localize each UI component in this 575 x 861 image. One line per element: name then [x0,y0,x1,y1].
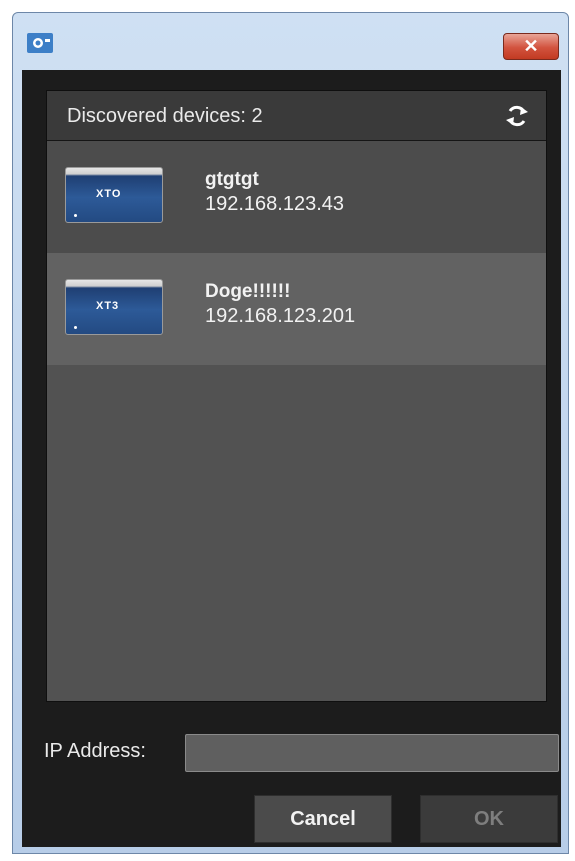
device-thumbnail: XT3 [65,279,163,335]
ok-button[interactable]: OK [420,795,558,843]
device-name: Doge!!!!!! [205,281,291,302]
app-camera-icon [27,33,53,53]
thumbnail-dot [74,326,77,329]
ip-address-input[interactable] [185,734,559,772]
ip-address-label: IP Address: [44,740,146,762]
device-badge: XTO [96,188,122,200]
device-list-item-selected[interactable]: XT3 Doge!!!!!! 192.168.123.201 [47,253,546,365]
device-ip: 192.168.123.201 [205,305,356,327]
refresh-icon[interactable] [504,103,530,129]
dialog-content: Discovered devices: 2 XTO gtgtgt 192.168… [22,70,561,847]
close-button[interactable]: ✕ [503,33,559,60]
device-list-item[interactable]: XTO gtgtgt 192.168.123.43 [47,141,546,253]
dialog-window: ✕ Discovered devices: 2 XTO gtgtgt 192.1… [12,12,569,854]
device-name: gtgtgt [205,169,259,190]
cancel-button[interactable]: Cancel [254,795,392,843]
discovered-devices-count: Discovered devices: 2 [67,105,263,127]
device-list-header: Discovered devices: 2 [47,91,546,141]
thumbnail-dot [74,214,77,217]
device-thumbnail: XTO [65,167,163,223]
device-ip: 192.168.123.43 [205,193,345,215]
title-bar: ✕ [13,13,568,71]
device-badge: XT3 [96,300,120,312]
device-list-panel: Discovered devices: 2 XTO gtgtgt 192.168… [46,90,547,702]
